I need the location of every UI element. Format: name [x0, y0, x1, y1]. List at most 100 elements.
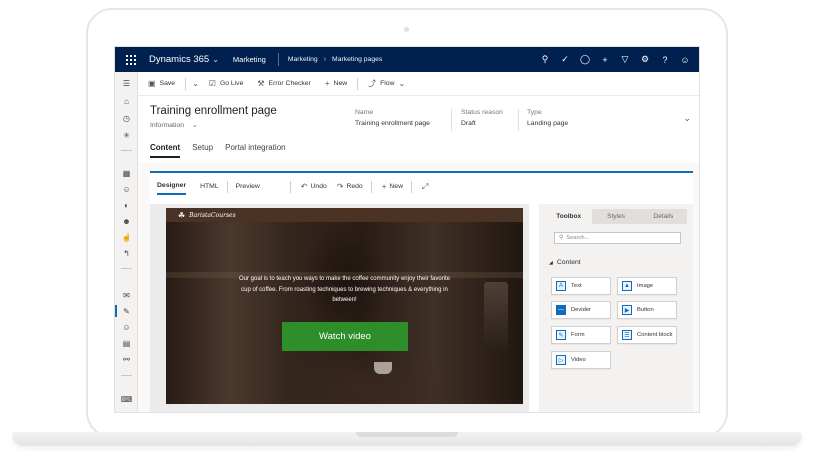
toolbox-search-input[interactable]: ⚲ Search... — [554, 232, 681, 244]
lightbulb-icon[interactable]: ◯ — [575, 47, 595, 72]
calendar-icon[interactable]: ▤ — [115, 336, 138, 350]
toolbox-tabs: Toolbox Styles Details — [545, 209, 687, 224]
help-icon[interactable]: ? — [655, 47, 675, 72]
area-name[interactable]: Marketing — [233, 55, 266, 64]
field-label: Type — [527, 109, 542, 116]
leads-icon[interactable]: ☻ — [115, 214, 138, 228]
tab-designer[interactable]: Designer — [157, 178, 187, 195]
dashboard-icon[interactable]: ▦ — [115, 166, 138, 180]
toolbox-item-image[interactable]: ▲ Image — [617, 277, 677, 295]
chevron-down-icon: ⌄ — [192, 79, 199, 88]
tab-styles[interactable]: Styles — [592, 209, 640, 224]
app-launcher-icon[interactable] — [119, 47, 143, 72]
new-label: New — [333, 80, 348, 87]
pin-icon[interactable]: ✳ — [115, 128, 138, 142]
hamburger-icon[interactable]: ☰ — [115, 76, 138, 90]
branch-icon[interactable]: ⚯ — [115, 352, 138, 366]
tile-label: Image — [637, 283, 654, 289]
left-rail: ☰ ⌂ ◷ ✳ ▦ ☺ ◐ ☻ ☝ ↰ ✉ ✎ ☺ ▤ ⚯ ⌨ — [115, 72, 138, 412]
field-divider — [518, 109, 519, 131]
task-icon[interactable]: ✓ — [555, 47, 575, 72]
toolbox-item-divider[interactable]: — Devider — [551, 301, 611, 319]
top-navbar: Dynamics 365 ⌄ Marketing Marketing › Mar… — [115, 47, 699, 72]
content-section-header[interactable]: ◢ Content — [549, 259, 581, 266]
email-icon[interactable]: ✉ — [115, 288, 138, 302]
nav-icon-group: ⚲ ✓ ◯ + ▽ ⚙ ? ☺ — [535, 47, 695, 72]
breadcrumb-marketing-pages[interactable]: Marketing pages — [332, 56, 382, 63]
tab-html[interactable]: HTML — [200, 179, 219, 194]
tab-toolbox[interactable]: Toolbox — [545, 209, 593, 224]
page-preview[interactable]: ☘ BaristaCourses Our goal is to teach yo… — [166, 208, 523, 404]
tab-content[interactable]: Content — [150, 143, 181, 158]
toolbar-divider — [289, 180, 291, 193]
save-dropdown-button[interactable]: ⌄ — [192, 79, 199, 88]
tile-label: Content block — [637, 332, 673, 338]
toolbox-item-video[interactable]: ▷ Video — [551, 351, 611, 369]
keyboard-icon[interactable]: ⌨ — [115, 392, 138, 406]
designer-new-button[interactable]: + New — [382, 182, 403, 191]
collapse-triangle-icon: ◢ — [549, 259, 553, 266]
tab-details[interactable]: Details — [639, 209, 687, 224]
settings-icon[interactable]: ⚙ — [635, 47, 655, 72]
new-button[interactable]: + New — [325, 79, 347, 88]
save-button[interactable]: ▣ Save — [148, 79, 175, 88]
recent-icon[interactable]: ◷ — [115, 111, 138, 125]
rail-divider — [121, 150, 132, 151]
laptop-notch — [356, 432, 458, 437]
content-designer: Designer HTML Preview ↶ Undo ↷ Redo + Ne… — [150, 171, 693, 412]
form-icon: ✎ — [556, 330, 566, 340]
breadcrumb-marketing[interactable]: Marketing — [288, 56, 318, 63]
video-icon: ▷ — [556, 355, 566, 365]
tab-setup[interactable]: Setup — [192, 143, 213, 158]
field-value: Draft — [461, 120, 476, 127]
toolbox-item-content-block[interactable]: ☰ Content block — [617, 326, 677, 344]
contacts-icon[interactable]: ☺ — [115, 182, 138, 196]
rail-divider — [121, 375, 132, 376]
app-screen: Dynamics 365 ⌄ Marketing Marketing › Mar… — [114, 46, 700, 413]
tile-label: Button — [637, 307, 654, 313]
home-icon[interactable]: ⌂ — [115, 94, 138, 108]
plus-icon[interactable]: + — [595, 47, 615, 72]
record-header: Training enrollment page Information ⌄ N… — [138, 96, 699, 162]
brand-name[interactable]: Dynamics 365 — [149, 54, 209, 65]
command-divider — [185, 77, 187, 90]
routing-icon[interactable]: ↰ — [115, 246, 138, 260]
section-title: Content — [556, 259, 581, 266]
watch-video-button[interactable]: Watch video — [282, 322, 408, 351]
toolbox-item-button[interactable]: ▶ Button — [617, 301, 677, 319]
tab-preview[interactable]: Preview — [236, 179, 260, 194]
search-icon[interactable]: ⚲ — [535, 47, 555, 72]
expand-header-icon[interactable]: ⌄ — [683, 113, 691, 124]
smiley-icon[interactable]: ☺ — [115, 320, 138, 334]
toolbar-divider — [226, 180, 228, 193]
field-value: Training enrollment page — [355, 120, 430, 127]
undo-button[interactable]: ↶ Undo — [301, 182, 327, 191]
header-field-status: Status reason Draft — [461, 109, 503, 127]
redo-button[interactable]: ↷ Redo — [337, 182, 363, 191]
header-field-type: Type Landing page — [527, 109, 568, 127]
user-icon[interactable]: ☺ — [675, 47, 695, 72]
redo-icon: ↷ — [336, 182, 344, 191]
field-label: Name — [355, 109, 374, 116]
logo-bar: ☘ BaristaCourses — [166, 208, 523, 222]
flow-button[interactable]: ⤴ Flow ⌄ — [368, 78, 405, 89]
designer-new-label: New — [389, 183, 403, 190]
tab-portal-integration[interactable]: Portal integration — [225, 143, 285, 158]
rail-divider — [121, 268, 132, 269]
error-checker-button[interactable]: ⚒ Error Checker — [257, 79, 310, 88]
command-divider — [357, 77, 359, 90]
segments-icon[interactable]: ◐ — [115, 198, 138, 212]
journeys-icon[interactable]: ☝ — [115, 230, 138, 244]
chevron-down-icon[interactable]: ⌄ — [212, 55, 219, 64]
toolbox-item-text[interactable]: A Text — [551, 277, 611, 295]
filter-icon[interactable]: ▽ — [615, 47, 635, 72]
go-live-button[interactable]: ☑ Go Live — [209, 79, 244, 88]
chevron-right-icon: › — [323, 56, 327, 63]
toolbox-item-form[interactable]: ✎ Form — [551, 326, 611, 344]
form-selector[interactable]: Information ⌄ — [150, 121, 198, 129]
save-icon: ▣ — [148, 79, 156, 88]
hero-message: Our goal is to teach you ways to make th… — [239, 276, 450, 303]
toolbar-divider — [410, 180, 412, 193]
fullscreen-button[interactable]: ⤢ — [422, 182, 428, 192]
marketing-page-icon[interactable]: ✎ — [115, 304, 138, 318]
